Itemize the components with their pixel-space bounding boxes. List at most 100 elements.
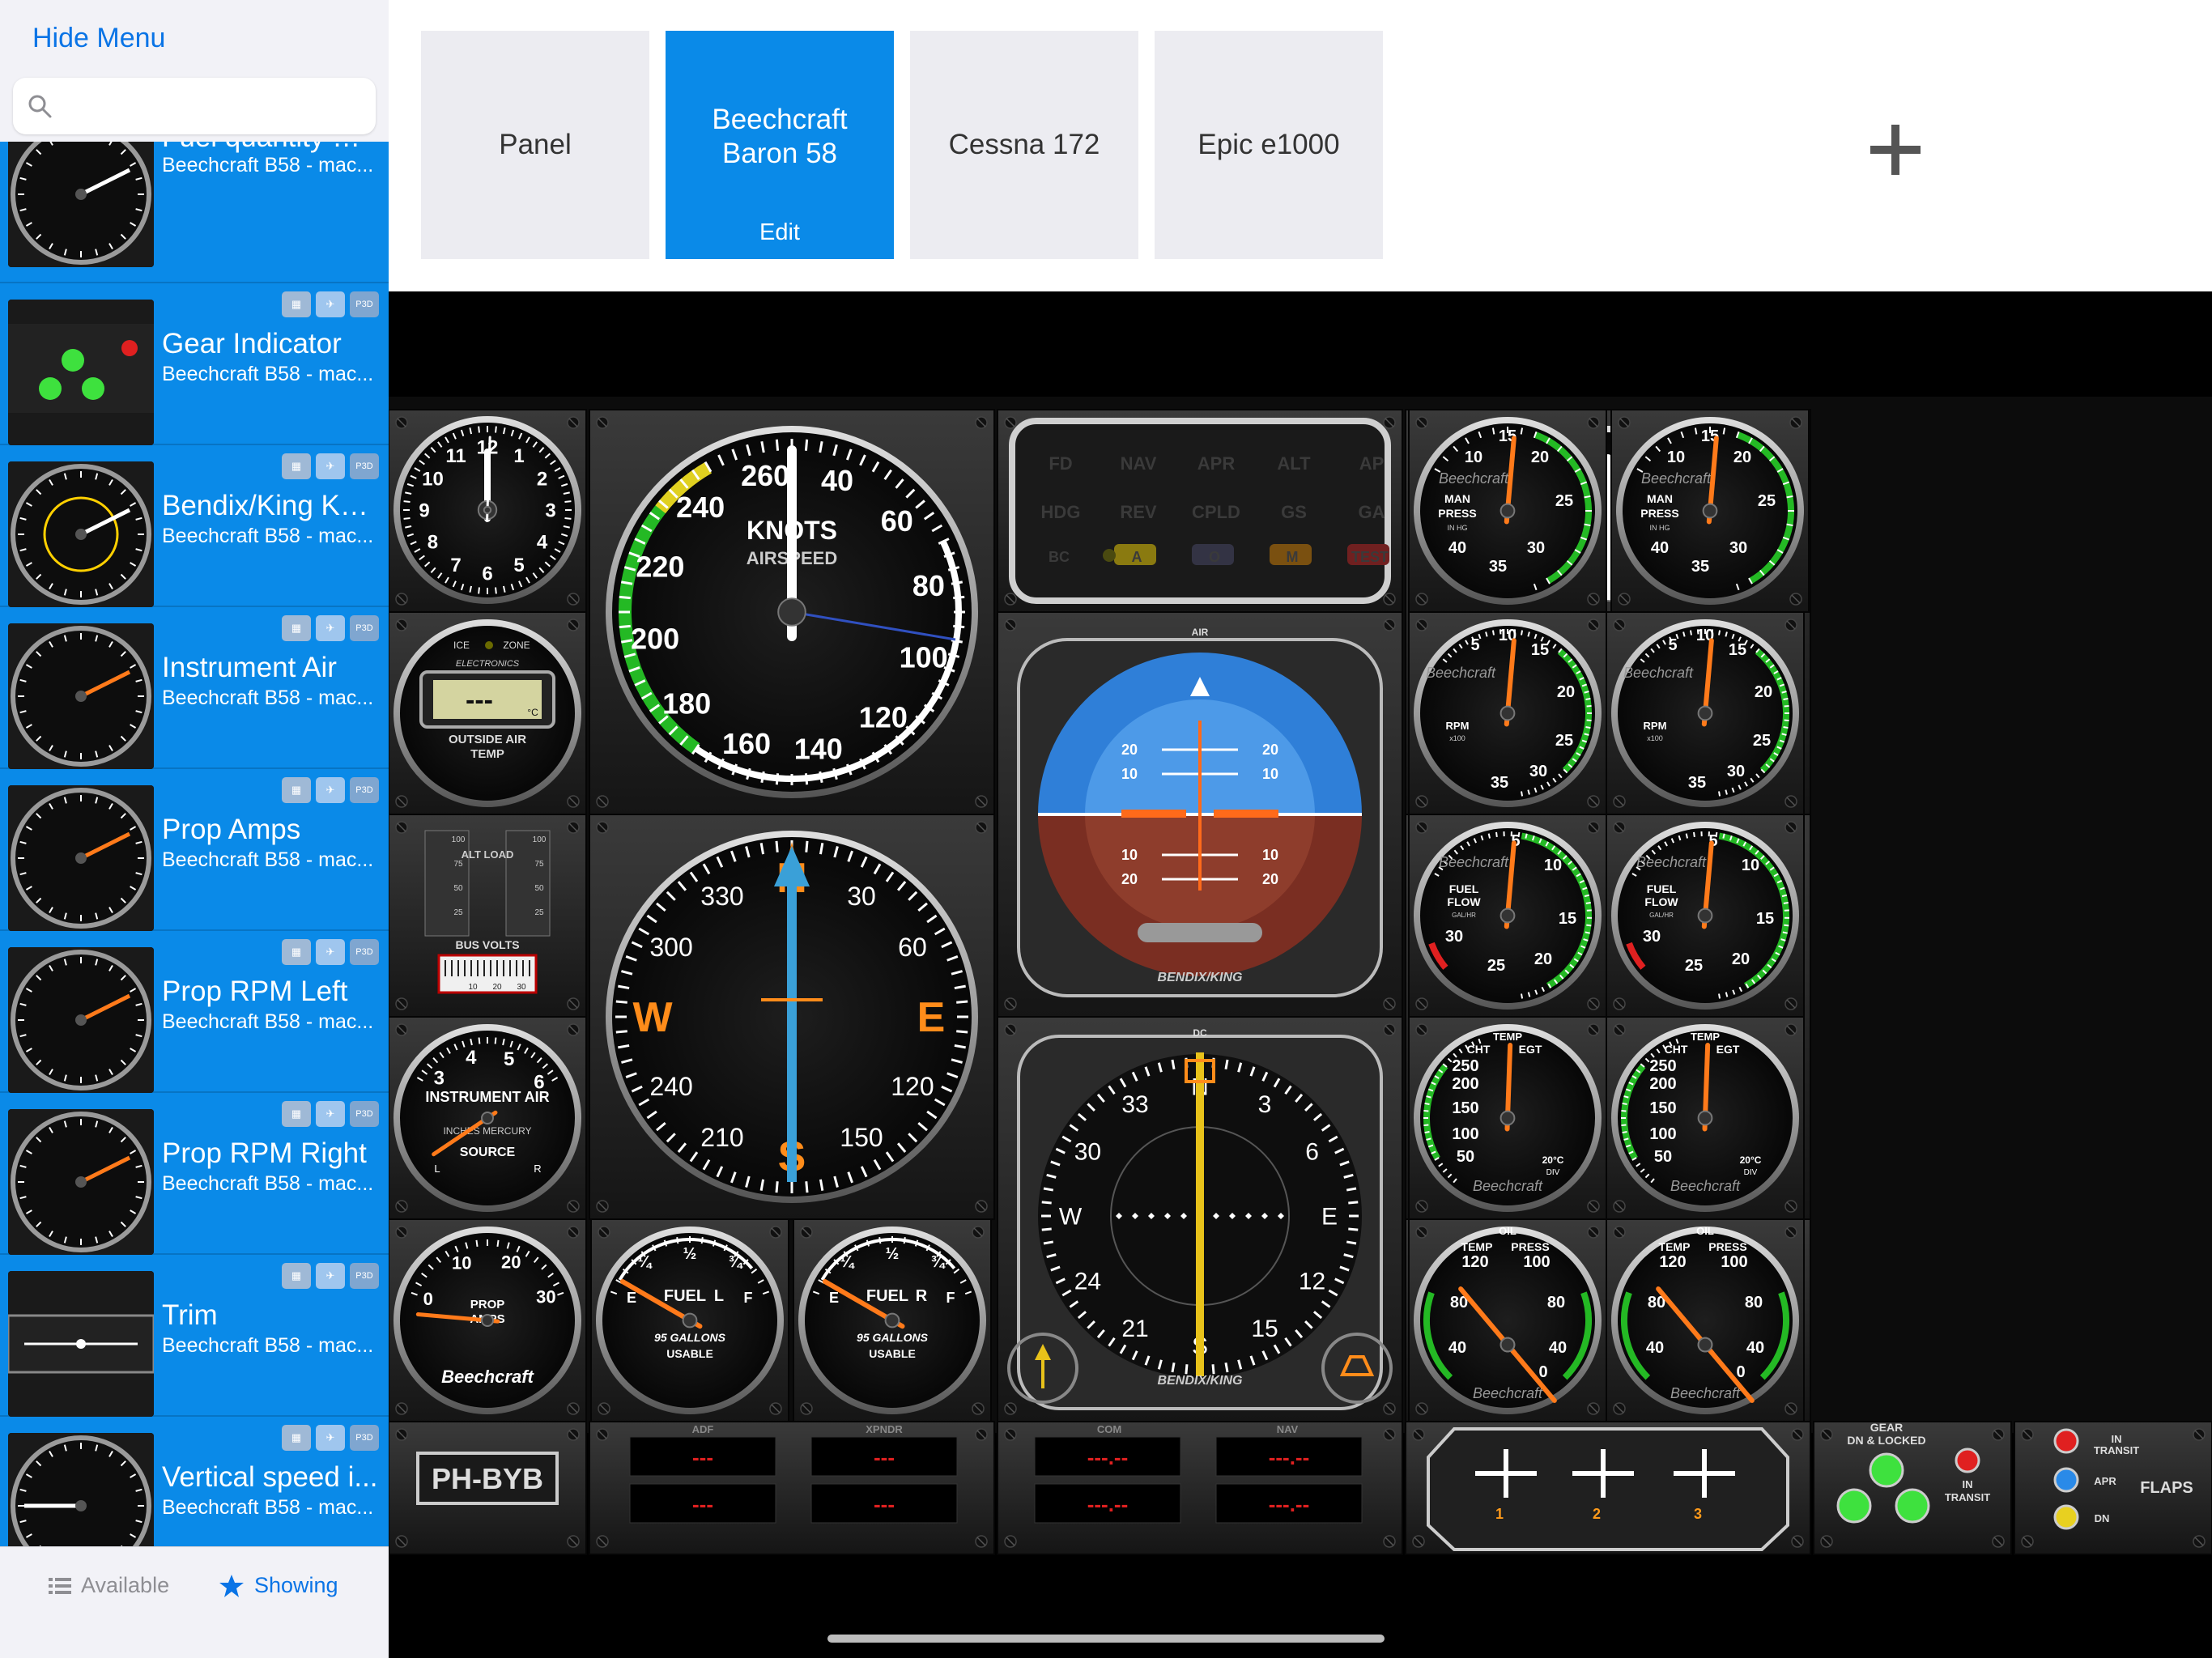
tab-epic-e1000[interactable]: Epic e1000: [1155, 31, 1383, 259]
gauge-face: [1420, 1233, 1595, 1408]
cht-label: CHT: [1467, 1043, 1491, 1056]
prop-label: PROP: [470, 1298, 505, 1312]
scale-number: 30: [1729, 539, 1747, 557]
needle-hub: [1697, 705, 1713, 721]
scale-tick: [1693, 831, 1695, 838]
trim-number: 3: [1694, 1506, 1702, 1522]
list-item[interactable]: ▦ ✈ P3D Prop RPM Right Beechcraft B58 - mac.…: [0, 1093, 389, 1255]
radio-digits: ---: [874, 1492, 895, 1516]
flaps-panel: INTRANSIT APR DN FLAPS: [2014, 1421, 2212, 1555]
list-item[interactable]: ▦ ✈ P3D Instrument Air Beechcraft B58 - mac.…: [0, 607, 389, 769]
scale-tick: [1424, 1102, 1430, 1105]
pitch-label: 10: [1121, 847, 1138, 863]
compass-label: W: [632, 994, 673, 1041]
scale-tick: [1041, 1227, 1052, 1231]
list-item[interactable]: ▦ ✈ P3D Trim Beechcraft B58 - mac...: [0, 1255, 389, 1417]
scale-number: 20: [1732, 950, 1750, 968]
scale-number: 10: [1465, 449, 1482, 466]
tab-showing-label: Showing: [254, 1573, 338, 1597]
egt-label: EGT: [1716, 1043, 1740, 1056]
instrument-list[interactable]: Fuel quantity Ri...Beechcraft B58 - mac.…: [0, 142, 389, 1546]
scale-tick: [1043, 1187, 1054, 1192]
beechcraft-logo: Beechcraft: [1473, 1178, 1543, 1194]
list-icon: [49, 1577, 71, 1594]
fuel-mark: ¾: [729, 1253, 744, 1271]
temp-label: TEMP: [1493, 1031, 1522, 1043]
press-label: PRESS: [1438, 507, 1476, 520]
radio-digits: ---.--: [1269, 1492, 1310, 1516]
scale-number: 200: [631, 622, 679, 655]
scale-number: 3: [545, 500, 555, 521]
annunciator-label: NAV: [1121, 453, 1157, 474]
flaps-dn-light: [2053, 1504, 2079, 1530]
alt-load-right: [505, 830, 551, 937]
unit-label: IN HG: [1447, 524, 1467, 532]
add-panel-button[interactable]: [1867, 121, 1924, 178]
tab-cessna-172[interactable]: Cessna 172: [910, 31, 1138, 259]
annunciator-label: O: [1209, 549, 1220, 565]
list-item[interactable]: ▦ ✈ P3D Prop Amps Beechcraft B58 - mac...: [0, 769, 389, 931]
source-badges: ▦ ✈ P3D: [282, 777, 379, 803]
sidebar-footer: Available Showing: [0, 1546, 389, 1658]
scale-tick: [1622, 1131, 1627, 1134]
source-badges: ▦ ✈ P3D: [282, 1263, 379, 1289]
tab-panel[interactable]: Panel: [421, 31, 649, 259]
scale-tick: [805, 1181, 809, 1193]
alt-load-scale: 100: [452, 835, 466, 844]
fuel-side: R: [916, 1287, 928, 1305]
scale-number: 6: [482, 563, 492, 585]
ai-knob: [1138, 923, 1262, 942]
scale-number: 100: [1452, 1125, 1478, 1143]
beechcraft-logo: Beechcraft: [1439, 854, 1509, 870]
bus-scale: 20: [492, 983, 502, 992]
annunciator-label: REV: [1120, 502, 1157, 522]
annunciator-label: HDG: [1041, 502, 1081, 522]
tab-beechcraft-baron-58[interactable]: Beechcraft Baron 58 Edit: [666, 31, 894, 259]
scale-number: 80: [1745, 1294, 1763, 1312]
list-item[interactable]: ▦ ✈ P3D Vertical speed i... Beechcraft B58 -…: [0, 1417, 389, 1546]
list-item[interactable]: ▦ ✈ P3D Bendix/King KC... Beechcraft B58 - m…: [0, 445, 389, 607]
needle-hub: [1499, 705, 1516, 721]
scale-tick: [1784, 704, 1789, 708]
scale-number: 35: [1688, 774, 1706, 792]
gear-panel: GEARDN & LOCKED INTRANSIT: [1813, 1421, 2012, 1555]
scale-tick: [1346, 1240, 1357, 1245]
clock-instrument: 12 1234567891011: [389, 409, 587, 613]
list-item-title: Gear Indicator: [162, 328, 342, 359]
oil-press-label: PRESS: [1511, 1240, 1549, 1253]
hsi-label: E: [1321, 1204, 1338, 1231]
radio-digits: ---: [692, 1492, 713, 1516]
edit-button[interactable]: Edit: [666, 219, 894, 246]
p3d-icon: P3D: [350, 291, 379, 317]
needle-hub: [777, 597, 806, 627]
search-input[interactable]: [13, 78, 376, 134]
source-badges: ▦ ✈ P3D: [282, 1101, 379, 1127]
tab-showing[interactable]: Showing: [219, 1573, 338, 1598]
source-badges: ▦ ✈ P3D: [282, 939, 379, 965]
tab-available[interactable]: Available: [49, 1573, 169, 1598]
scale-tick: [1521, 791, 1524, 797]
list-item[interactable]: ▦ ✈ P3D Gear Indicator Beechcraft B58 - mac.…: [0, 283, 389, 445]
scale-number: 150: [1452, 1099, 1478, 1117]
l-label: L: [434, 1163, 440, 1175]
list-item[interactable]: ▦ ✈ P3D Prop RPM Left Beechcraft B58 - mac..…: [0, 931, 389, 1093]
map-icon: ▦: [282, 777, 311, 803]
hide-menu-button[interactable]: Hide Menu: [32, 23, 165, 54]
hsi-label: 24: [1074, 1269, 1101, 1295]
scale-number: 40: [1448, 1339, 1466, 1357]
scale-tick: [1041, 1201, 1052, 1205]
scale-number: 0: [1736, 1363, 1745, 1381]
scale-tick: [775, 773, 780, 785]
prop-amps-instrument: 0102030PROPAMPSBeechcraft: [389, 1218, 587, 1422]
zone-label: ZONE: [503, 640, 530, 651]
scale-number: 200: [1452, 1075, 1478, 1093]
beechcraft-logo: Beechcraft: [1439, 470, 1509, 487]
scale-number: 5: [1668, 636, 1677, 654]
radio-digits: ---: [874, 1445, 895, 1469]
home-indicator[interactable]: [827, 1635, 1385, 1643]
airplane-icon: ✈: [316, 453, 345, 479]
list-item[interactable]: Fuel quantity Ri...Beechcraft B58 - mac.…: [0, 142, 389, 283]
map-icon: ▦: [282, 453, 311, 479]
bendix-king-label: BENDIX/KING: [1158, 971, 1243, 984]
scale-tick: [1784, 924, 1789, 927]
